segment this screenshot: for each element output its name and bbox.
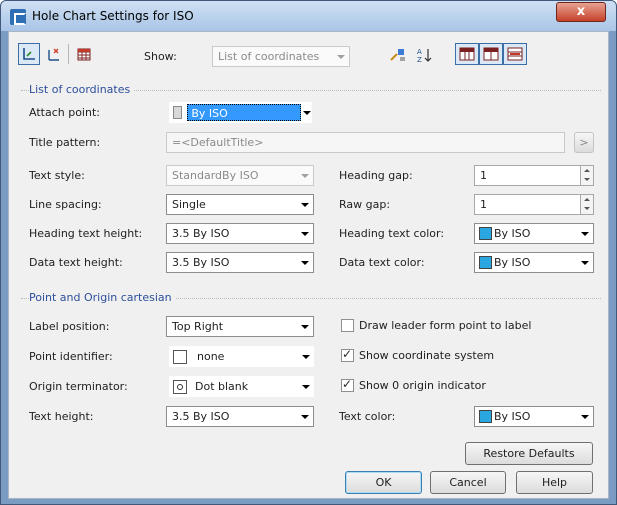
origin-terminator-select[interactable]: Dot blank [169, 376, 314, 397]
show-origin-indicator-checkbox[interactable] [341, 377, 354, 392]
dot-blank-icon [173, 379, 187, 394]
data-text-height-label: Data text height: [29, 256, 123, 269]
heading-text-color-select[interactable]: By ISO [474, 223, 594, 244]
rows-layout-button[interactable] [503, 43, 527, 65]
point-identifier-select[interactable]: none [169, 346, 314, 367]
empty-box-icon [173, 349, 187, 364]
label-position-label: Label position: [29, 320, 110, 333]
chevron-down-icon [577, 407, 593, 426]
chevron-down-icon [297, 253, 313, 272]
show-select[interactable]: List of coordinates [212, 46, 350, 67]
chevron-down-icon [297, 317, 313, 336]
chevron-down-icon [297, 224, 313, 243]
chevron-down-icon [297, 195, 313, 214]
title-pattern-label: Title pattern: [29, 136, 101, 149]
ok-button[interactable]: OK [345, 471, 422, 494]
table-grid-button[interactable] [73, 43, 95, 65]
line-spacing-select[interactable]: Single [166, 194, 314, 215]
raw-gap-input[interactable]: 1 [474, 194, 581, 215]
text-style-select[interactable]: StandardBy ISO [166, 165, 314, 186]
show-origin-indicator-label[interactable]: Show 0 origin indicator [359, 379, 486, 392]
chevron-down-icon [297, 166, 313, 185]
color-swatch-icon [479, 410, 492, 423]
data-text-color-label: Data text color: [339, 256, 425, 269]
text-style-label: Text style: [29, 169, 85, 182]
help-button[interactable]: Help [516, 471, 593, 494]
restore-defaults-button[interactable]: Restore Defaults [465, 442, 593, 465]
chevron-down-icon [297, 407, 313, 426]
sort-button[interactable]: A Z [414, 44, 436, 66]
chevron-down-icon [298, 346, 314, 367]
text-color-label: Text color: [339, 410, 396, 423]
color-swatch-icon [479, 227, 492, 240]
coordinate-mode-button[interactable] [18, 43, 40, 65]
dialog-window: Hole Chart Settings for ISO x Show: List… [0, 0, 617, 505]
axis-point-icon [48, 48, 59, 61]
title-pattern-browse-button[interactable]: > [574, 132, 594, 153]
table-columns-icon [459, 47, 475, 61]
cancel-button[interactable]: Cancel [430, 471, 506, 494]
heading-gap-label: Heading gap: [339, 169, 413, 182]
heading-text-color-label: Heading text color: [339, 227, 445, 240]
close-button[interactable]: x [556, 2, 606, 22]
raw-gap-label: Raw gap: [339, 198, 391, 211]
chevron-down-icon [577, 253, 593, 272]
show-label: Show: [144, 50, 177, 63]
heading-gap-spinner[interactable] [580, 165, 594, 186]
show-coordinate-system-checkbox[interactable] [341, 347, 354, 362]
color-swatch-icon [479, 256, 492, 269]
text-height-select[interactable]: 3.5 By ISO [166, 406, 314, 427]
data-text-height-select[interactable]: 3.5 By ISO [166, 252, 314, 273]
heading-gap-input[interactable]: 1 [474, 165, 581, 186]
window-title: Hole Chart Settings for ISO [32, 9, 194, 23]
chevron-down-icon [298, 376, 314, 397]
attach-leader-button[interactable] [387, 44, 409, 66]
attach-point-select[interactable]: By ISO [169, 102, 312, 123]
columns-layout-1-button[interactable] [455, 43, 479, 65]
heading-text-height-select[interactable]: 3.5 By ISO [166, 223, 314, 244]
table-header-icon [483, 47, 499, 61]
svg-text:A: A [417, 48, 422, 56]
table-grid-icon [77, 48, 91, 61]
svg-text:Z: Z [417, 56, 422, 63]
heading-text-height-label: Heading text height: [29, 227, 143, 240]
color-swatch-icon [173, 106, 183, 119]
chevron-down-icon [577, 224, 593, 243]
chevron-down-icon [333, 47, 349, 66]
draw-leader-checkbox[interactable] [341, 319, 354, 332]
text-color-select[interactable]: By ISO [474, 406, 594, 427]
columns-layout-2-button[interactable] [479, 43, 503, 65]
table-rows-icon [507, 47, 523, 61]
leader-pen-icon [390, 49, 405, 61]
chevron-down-icon [301, 102, 312, 123]
attach-point-label: Attach point: [29, 106, 100, 119]
data-text-color-select[interactable]: By ISO [474, 252, 594, 273]
point-identifier-label: Point identifier: [29, 350, 113, 363]
draw-leader-label[interactable]: Draw leader form point to label [359, 319, 531, 332]
axis-point-button[interactable] [44, 43, 64, 65]
raw-gap-spinner[interactable] [580, 194, 594, 215]
toolbar-divider [68, 44, 69, 64]
coordinate-axes-icon [23, 48, 35, 60]
dialog-body: Show: List of coordinates A Z List of co… [8, 31, 609, 499]
show-coordinate-system-label[interactable]: Show coordinate system [359, 349, 494, 362]
label-position-select[interactable]: Top Right [166, 316, 314, 337]
sort-az-icon: A Z [417, 48, 432, 63]
section-title-list-of-coordinates: List of coordinates [29, 83, 135, 96]
text-height-label: Text height: [29, 410, 94, 423]
title-bar[interactable]: Hole Chart Settings for ISO x [1, 1, 616, 31]
section-title-point-origin: Point and Origin cartesian [29, 291, 176, 304]
title-pattern-input[interactable]: =<DefaultTitle> [166, 132, 565, 153]
origin-terminator-label: Origin terminator: [29, 380, 128, 393]
app-icon [10, 9, 26, 25]
line-spacing-label: Line spacing: [29, 198, 102, 211]
